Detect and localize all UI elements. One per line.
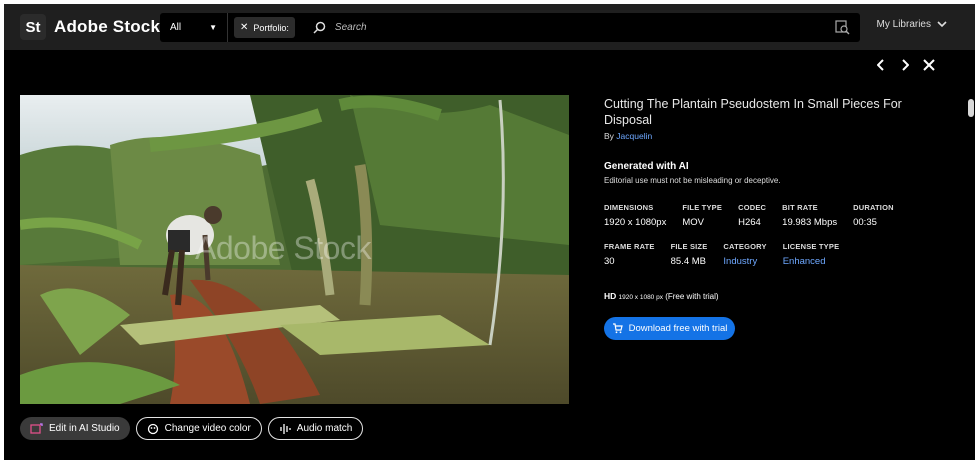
asset-byline: By Jacquelin xyxy=(604,131,949,141)
asset-navigation xyxy=(875,58,935,72)
app-name: Adobe Stock xyxy=(54,17,161,36)
spec-value: MOV xyxy=(682,217,704,228)
spec-license-type: LICENSE TYPE Enhanced xyxy=(783,242,840,267)
visual-search-icon[interactable] xyxy=(835,20,850,35)
spec-file-size: FILE SIZE 85.4 MB xyxy=(671,242,708,267)
spec-file-type: FILE TYPE MOV xyxy=(682,203,722,228)
asset-type-select[interactable]: All ▼ xyxy=(160,13,228,42)
spec-value: 00:35 xyxy=(853,217,877,228)
top-bar: St Adobe Stock All ▼ ✕ Portfolio: My Lib… xyxy=(4,4,975,50)
chevron-left-icon xyxy=(877,59,884,71)
hd-resolution: 1920 x 1080 px xyxy=(618,294,663,301)
stock-asset-viewer: St Adobe Stock All ▼ ✕ Portfolio: My Lib… xyxy=(4,4,975,460)
spec-label: FILE TYPE xyxy=(682,203,723,212)
spec-value: 30 xyxy=(604,256,615,267)
asset-specs-row-2: FRAME RATE 30 FILE SIZE 85.4 MB CATEGORY… xyxy=(604,242,949,281)
video-preview[interactable]: Adobe Stock xyxy=(20,95,569,404)
spec-label: CATEGORY xyxy=(723,242,767,251)
stock-watermark: Adobe Stock xyxy=(195,230,371,266)
spec-duration: DURATION 00:35 xyxy=(853,203,894,228)
ai-generated-heading: Generated with AI xyxy=(604,161,689,172)
search-bar: All ▼ ✕ Portfolio: xyxy=(160,13,860,42)
hd-note: (Free with trial) xyxy=(665,292,719,301)
previous-asset-button[interactable] xyxy=(875,58,887,72)
portfolio-chip-label: Portfolio: xyxy=(253,22,289,33)
spec-value: 1920 x 1080px xyxy=(604,217,667,228)
my-libraries-label: My Libraries xyxy=(876,19,931,30)
close-icon xyxy=(923,59,935,71)
spec-label: FILE SIZE xyxy=(670,242,708,251)
spec-value: 85.4 MB xyxy=(670,256,706,267)
spec-label: DIMENSIONS xyxy=(604,203,654,212)
change-video-color-label: Change video color xyxy=(164,423,251,434)
asset-title: Cutting The Plantain Pseudostem In Small… xyxy=(604,97,902,127)
asset-details-panel: Cutting The Plantain Pseudostem In Small… xyxy=(604,96,949,340)
spec-codec: CODEC H264 xyxy=(738,203,766,228)
license-type-link[interactable]: Enhanced xyxy=(783,256,840,267)
portfolio-filter-chip[interactable]: ✕ Portfolio: xyxy=(234,17,295,38)
chevron-down-icon: ▼ xyxy=(209,23,217,32)
chevron-down-icon xyxy=(937,21,947,28)
ai-generated-note: Editorial use must not be misleading or … xyxy=(604,176,781,185)
spec-value: 19.983 Mbps xyxy=(782,217,838,228)
adobe-stock-logo[interactable]: St Adobe Stock xyxy=(20,14,160,40)
close-icon[interactable]: ✕ xyxy=(240,22,248,33)
next-asset-button[interactable] xyxy=(899,58,911,72)
hd-label: HD xyxy=(604,291,617,301)
category-link[interactable]: Industry xyxy=(723,256,766,267)
spec-category: CATEGORY Industry xyxy=(723,242,766,267)
audio-match-button[interactable]: Audio match xyxy=(267,417,364,440)
spec-dimensions: DIMENSIONS 1920 x 1080px xyxy=(604,203,666,228)
scrollbar-thumb[interactable] xyxy=(968,99,974,117)
download-label: Download free with trial xyxy=(628,323,728,334)
edit-in-ai-studio-label: Edit in AI Studio xyxy=(49,423,120,434)
close-viewer-button[interactable] xyxy=(923,58,935,72)
author-link[interactable]: Jacquelin xyxy=(616,131,652,141)
spec-label: LICENSE TYPE xyxy=(782,242,840,251)
spec-label: CODEC xyxy=(738,203,767,212)
chevron-right-icon xyxy=(902,59,909,71)
video-actions: Edit in AI Studio Change video color Aud… xyxy=(20,417,364,440)
my-libraries-button[interactable]: My Libraries xyxy=(877,19,947,30)
spec-label: DURATION xyxy=(853,203,894,212)
color-palette-icon xyxy=(147,423,158,434)
hd-license-option[interactable]: HD 1920 x 1080 px (Free with trial) xyxy=(604,291,949,301)
asset-specs-row-1: DIMENSIONS 1920 x 1080px FILE TYPE MOV C… xyxy=(604,203,949,242)
spec-label: FRAME RATE xyxy=(604,242,655,251)
ai-studio-icon xyxy=(30,423,43,434)
change-video-color-button[interactable]: Change video color xyxy=(135,417,262,440)
search-icon xyxy=(313,21,327,35)
logo-mark-icon: St xyxy=(20,14,46,40)
search-input[interactable] xyxy=(334,22,815,33)
byline-prefix: By xyxy=(604,131,614,141)
spec-label: BIT RATE xyxy=(782,203,818,212)
spec-value: H264 xyxy=(738,217,761,228)
edit-in-ai-studio-button[interactable]: Edit in AI Studio xyxy=(20,417,130,440)
spec-frame-rate: FRAME RATE 30 xyxy=(604,242,655,267)
cart-icon xyxy=(612,323,623,334)
asset-type-value: All xyxy=(170,22,182,33)
download-free-trial-button[interactable]: Download free with trial xyxy=(604,317,735,340)
audio-waveform-icon xyxy=(280,423,291,434)
audio-match-label: Audio match xyxy=(296,423,353,434)
spec-bit-rate: BIT RATE 19.983 Mbps xyxy=(782,203,837,228)
